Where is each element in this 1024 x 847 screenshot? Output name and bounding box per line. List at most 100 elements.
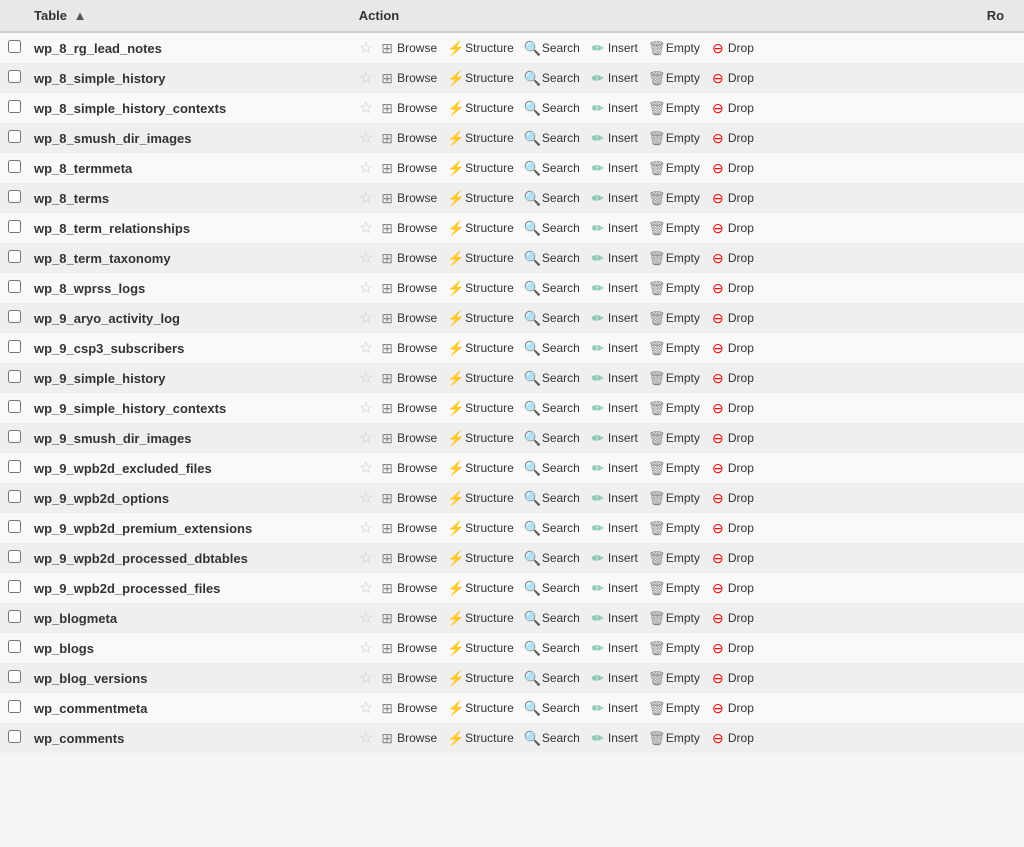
favorite-star-icon[interactable]: ☆ xyxy=(359,668,373,688)
search-button[interactable]: 🔍 Search xyxy=(520,398,584,418)
search-button[interactable]: 🔍 Search xyxy=(520,338,584,358)
favorite-star-icon[interactable]: ☆ xyxy=(359,518,373,538)
empty-button[interactable]: 🗑 Empty xyxy=(644,488,704,508)
search-button[interactable]: 🔍 Search xyxy=(520,128,584,148)
favorite-star-icon[interactable]: ☆ xyxy=(359,608,373,628)
favorite-star-icon[interactable]: ☆ xyxy=(359,68,373,88)
insert-button[interactable]: ✏ Insert xyxy=(586,128,642,148)
browse-button[interactable]: ⊞ Browse xyxy=(375,98,441,118)
row-checkbox[interactable] xyxy=(8,610,21,623)
drop-button[interactable]: ⊖ Drop xyxy=(706,728,758,748)
row-checkbox[interactable] xyxy=(8,730,21,743)
empty-button[interactable]: 🗑 Empty xyxy=(644,98,704,118)
insert-button[interactable]: ✏ Insert xyxy=(586,668,642,688)
favorite-star-icon[interactable]: ☆ xyxy=(359,188,373,208)
favorite-star-icon[interactable]: ☆ xyxy=(359,98,373,118)
empty-button[interactable]: 🗑 Empty xyxy=(644,638,704,658)
favorite-star-icon[interactable]: ☆ xyxy=(359,38,373,58)
empty-button[interactable]: 🗑 Empty xyxy=(644,308,704,328)
drop-button[interactable]: ⊖ Drop xyxy=(706,38,758,58)
drop-button[interactable]: ⊖ Drop xyxy=(706,128,758,148)
structure-button[interactable]: ⚡ Structure xyxy=(443,188,518,208)
drop-button[interactable]: ⊖ Drop xyxy=(706,188,758,208)
favorite-star-icon[interactable]: ☆ xyxy=(359,308,373,328)
favorite-star-icon[interactable]: ☆ xyxy=(359,398,373,418)
row-checkbox[interactable] xyxy=(8,640,21,653)
empty-button[interactable]: 🗑 Empty xyxy=(644,578,704,598)
insert-button[interactable]: ✏ Insert xyxy=(586,548,642,568)
row-checkbox[interactable] xyxy=(8,550,21,563)
insert-button[interactable]: ✏ Insert xyxy=(586,398,642,418)
structure-button[interactable]: ⚡ Structure xyxy=(443,578,518,598)
insert-button[interactable]: ✏ Insert xyxy=(586,188,642,208)
browse-button[interactable]: ⊞ Browse xyxy=(375,578,441,598)
empty-button[interactable]: 🗑 Empty xyxy=(644,608,704,628)
search-button[interactable]: 🔍 Search xyxy=(520,728,584,748)
drop-button[interactable]: ⊖ Drop xyxy=(706,548,758,568)
drop-button[interactable]: ⊖ Drop xyxy=(706,248,758,268)
drop-button[interactable]: ⊖ Drop xyxy=(706,158,758,178)
structure-button[interactable]: ⚡ Structure xyxy=(443,128,518,148)
row-checkbox[interactable] xyxy=(8,250,21,263)
insert-button[interactable]: ✏ Insert xyxy=(586,218,642,238)
browse-button[interactable]: ⊞ Browse xyxy=(375,218,441,238)
empty-button[interactable]: 🗑 Empty xyxy=(644,668,704,688)
structure-button[interactable]: ⚡ Structure xyxy=(443,218,518,238)
search-button[interactable]: 🔍 Search xyxy=(520,158,584,178)
search-button[interactable]: 🔍 Search xyxy=(520,518,584,538)
insert-button[interactable]: ✏ Insert xyxy=(586,488,642,508)
empty-button[interactable]: 🗑 Empty xyxy=(644,548,704,568)
structure-button[interactable]: ⚡ Structure xyxy=(443,338,518,358)
insert-button[interactable]: ✏ Insert xyxy=(586,698,642,718)
search-button[interactable]: 🔍 Search xyxy=(520,98,584,118)
structure-button[interactable]: ⚡ Structure xyxy=(443,458,518,478)
row-checkbox[interactable] xyxy=(8,70,21,83)
row-checkbox[interactable] xyxy=(8,520,21,533)
structure-button[interactable]: ⚡ Structure xyxy=(443,398,518,418)
favorite-star-icon[interactable]: ☆ xyxy=(359,488,373,508)
favorite-star-icon[interactable]: ☆ xyxy=(359,128,373,148)
empty-button[interactable]: 🗑 Empty xyxy=(644,248,704,268)
empty-button[interactable]: 🗑 Empty xyxy=(644,698,704,718)
row-checkbox[interactable] xyxy=(8,220,21,233)
structure-button[interactable]: ⚡ Structure xyxy=(443,98,518,118)
row-checkbox[interactable] xyxy=(8,580,21,593)
browse-button[interactable]: ⊞ Browse xyxy=(375,278,441,298)
favorite-star-icon[interactable]: ☆ xyxy=(359,458,373,478)
structure-button[interactable]: ⚡ Structure xyxy=(443,548,518,568)
drop-button[interactable]: ⊖ Drop xyxy=(706,98,758,118)
row-checkbox[interactable] xyxy=(8,430,21,443)
insert-button[interactable]: ✏ Insert xyxy=(586,728,642,748)
browse-button[interactable]: ⊞ Browse xyxy=(375,68,441,88)
drop-button[interactable]: ⊖ Drop xyxy=(706,278,758,298)
search-button[interactable]: 🔍 Search xyxy=(520,368,584,388)
drop-button[interactable]: ⊖ Drop xyxy=(706,428,758,448)
insert-button[interactable]: ✏ Insert xyxy=(586,608,642,628)
search-button[interactable]: 🔍 Search xyxy=(520,458,584,478)
empty-button[interactable]: 🗑 Empty xyxy=(644,458,704,478)
drop-button[interactable]: ⊖ Drop xyxy=(706,668,758,688)
search-button[interactable]: 🔍 Search xyxy=(520,488,584,508)
empty-button[interactable]: 🗑 Empty xyxy=(644,188,704,208)
browse-button[interactable]: ⊞ Browse xyxy=(375,398,441,418)
search-button[interactable]: 🔍 Search xyxy=(520,308,584,328)
row-checkbox[interactable] xyxy=(8,280,21,293)
insert-button[interactable]: ✏ Insert xyxy=(586,458,642,478)
browse-button[interactable]: ⊞ Browse xyxy=(375,548,441,568)
browse-button[interactable]: ⊞ Browse xyxy=(375,188,441,208)
insert-button[interactable]: ✏ Insert xyxy=(586,98,642,118)
row-checkbox[interactable] xyxy=(8,40,21,53)
empty-button[interactable]: 🗑 Empty xyxy=(644,428,704,448)
empty-button[interactable]: 🗑 Empty xyxy=(644,38,704,58)
structure-button[interactable]: ⚡ Structure xyxy=(443,698,518,718)
row-checkbox[interactable] xyxy=(8,370,21,383)
search-button[interactable]: 🔍 Search xyxy=(520,548,584,568)
insert-button[interactable]: ✏ Insert xyxy=(586,38,642,58)
favorite-star-icon[interactable]: ☆ xyxy=(359,578,373,598)
search-button[interactable]: 🔍 Search xyxy=(520,698,584,718)
row-checkbox[interactable] xyxy=(8,700,21,713)
insert-button[interactable]: ✏ Insert xyxy=(586,308,642,328)
browse-button[interactable]: ⊞ Browse xyxy=(375,668,441,688)
empty-button[interactable]: 🗑 Empty xyxy=(644,128,704,148)
empty-button[interactable]: 🗑 Empty xyxy=(644,728,704,748)
